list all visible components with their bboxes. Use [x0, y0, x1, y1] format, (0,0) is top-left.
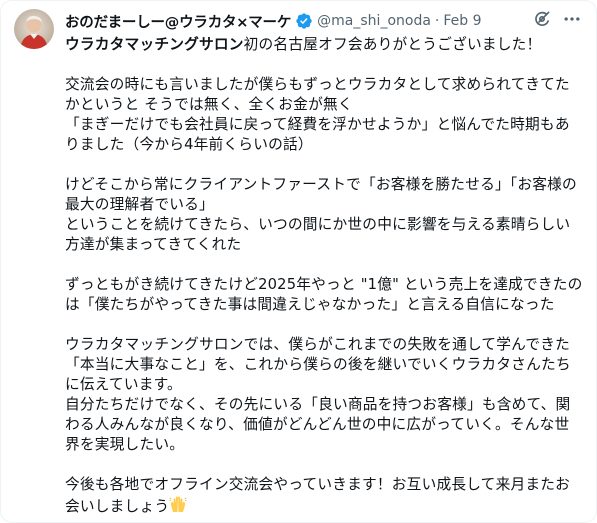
text-line: 界を実現したい。: [65, 436, 185, 453]
paragraph-3: けどそこから常にクライアントファーストで「お客様を勝たせる」「お客様の 最大の理…: [65, 175, 586, 255]
text-line: りました（今から4年前くらいの話）: [65, 136, 313, 153]
text-line: ウラカタマッチングサロンでは、僕らがこれまでの失敗を通して学んできた: [65, 336, 571, 353]
text-line: 最大の理解者でいる」: [65, 196, 214, 213]
tweet-date[interactable]: Feb 9: [443, 13, 481, 29]
text-line: 会いしましょう: [65, 498, 170, 515]
text-line: けどそこから常にクライアントファーストで「お客様を勝たせる」「お客様の: [65, 176, 577, 193]
text-line: 自分たちだけでなく、その先にいる「良い商品を持つお客様」も含めて、関: [65, 396, 571, 413]
tweet-text: ウラカタマッチングサロン初の名古屋オフ会ありがとうございました！ 交流会の時にも…: [65, 35, 586, 519]
author-display-name[interactable]: おのだまーしー@ウラカタ×マーケ: [65, 11, 291, 32]
avatar[interactable]: [14, 9, 54, 49]
salon-name-bold: ウラカタマッチングサロン: [65, 36, 244, 53]
text-line: ということを続けてきたら、いつの間にか世の中に影響を与える素晴らしい: [65, 216, 571, 233]
more-options-icon[interactable]: [562, 9, 582, 29]
text-line: 方達が集まってきてくれた: [65, 236, 242, 253]
tweet-card[interactable]: おのだまーしー@ウラカタ×マーケ @ma_shi_onoda · Feb 9 ウ…: [0, 0, 597, 523]
text-line: 「まぎーだけでも会社員に戻って経費を浮かせようか」と悩んでた時期もあ: [65, 116, 570, 133]
paragraph-2: 交流会の時にも言いましたが僕らもずっとウラカタとして求められてきてた かというと…: [65, 75, 586, 155]
paragraph-5: ウラカタマッチングサロンでは、僕らがこれまでの失敗を通して学んできた 「本当に大…: [65, 335, 586, 455]
verified-badge-icon: [295, 12, 313, 30]
avatar-photo: [14, 9, 54, 49]
text-line: 今後も各地でオフライン交流会やっていきます！お互い成長して来月またお: [65, 476, 571, 493]
paragraph-1: ウラカタマッチングサロン初の名古屋オフ会ありがとうございました！: [65, 35, 586, 55]
text-line: は「僕たちがやってきた事は間違えじゃなかった」と言える自信になった: [65, 296, 555, 313]
author-handle[interactable]: @ma_shi_onoda: [317, 13, 431, 29]
tweet-header: おのだまーしー@ウラカタ×マーケ @ma_shi_onoda · Feb 9: [65, 9, 582, 33]
separator-dot: ·: [434, 13, 440, 29]
text-line: かというと そうでは無く、全くお金が無く: [65, 96, 353, 113]
p1-text: 初の名古屋オフ会ありがとうございました！: [243, 36, 542, 53]
paragraph-6: 今後も各地でオフライン交流会やっていきます！お互い成長して来月またお 会いしまし…: [65, 475, 586, 519]
text-line: わる人みんなが良くなり、価値がどんどん世の中に広がっていく。そんな世: [65, 416, 570, 433]
text-line: 「本当に大事なこと」を、これから僕らの後を継いでいくウラカタさんたち: [65, 356, 571, 373]
text-line: 交流会の時にも言いましたが僕らもずっとウラカタとして求められてきてた: [65, 76, 570, 93]
text-line: に伝えています。: [65, 376, 182, 393]
text-line: ずっともがき続けてきたけど2025年やっと "1億" という売上を達成できたの: [65, 276, 583, 293]
paragraph-4: ずっともがき続けてきたけど2025年やっと "1億" という売上を達成できたの …: [65, 275, 586, 315]
raising-hands-icon: [169, 495, 188, 519]
tweet-actions: [532, 9, 582, 29]
grok-icon[interactable]: [532, 9, 552, 29]
